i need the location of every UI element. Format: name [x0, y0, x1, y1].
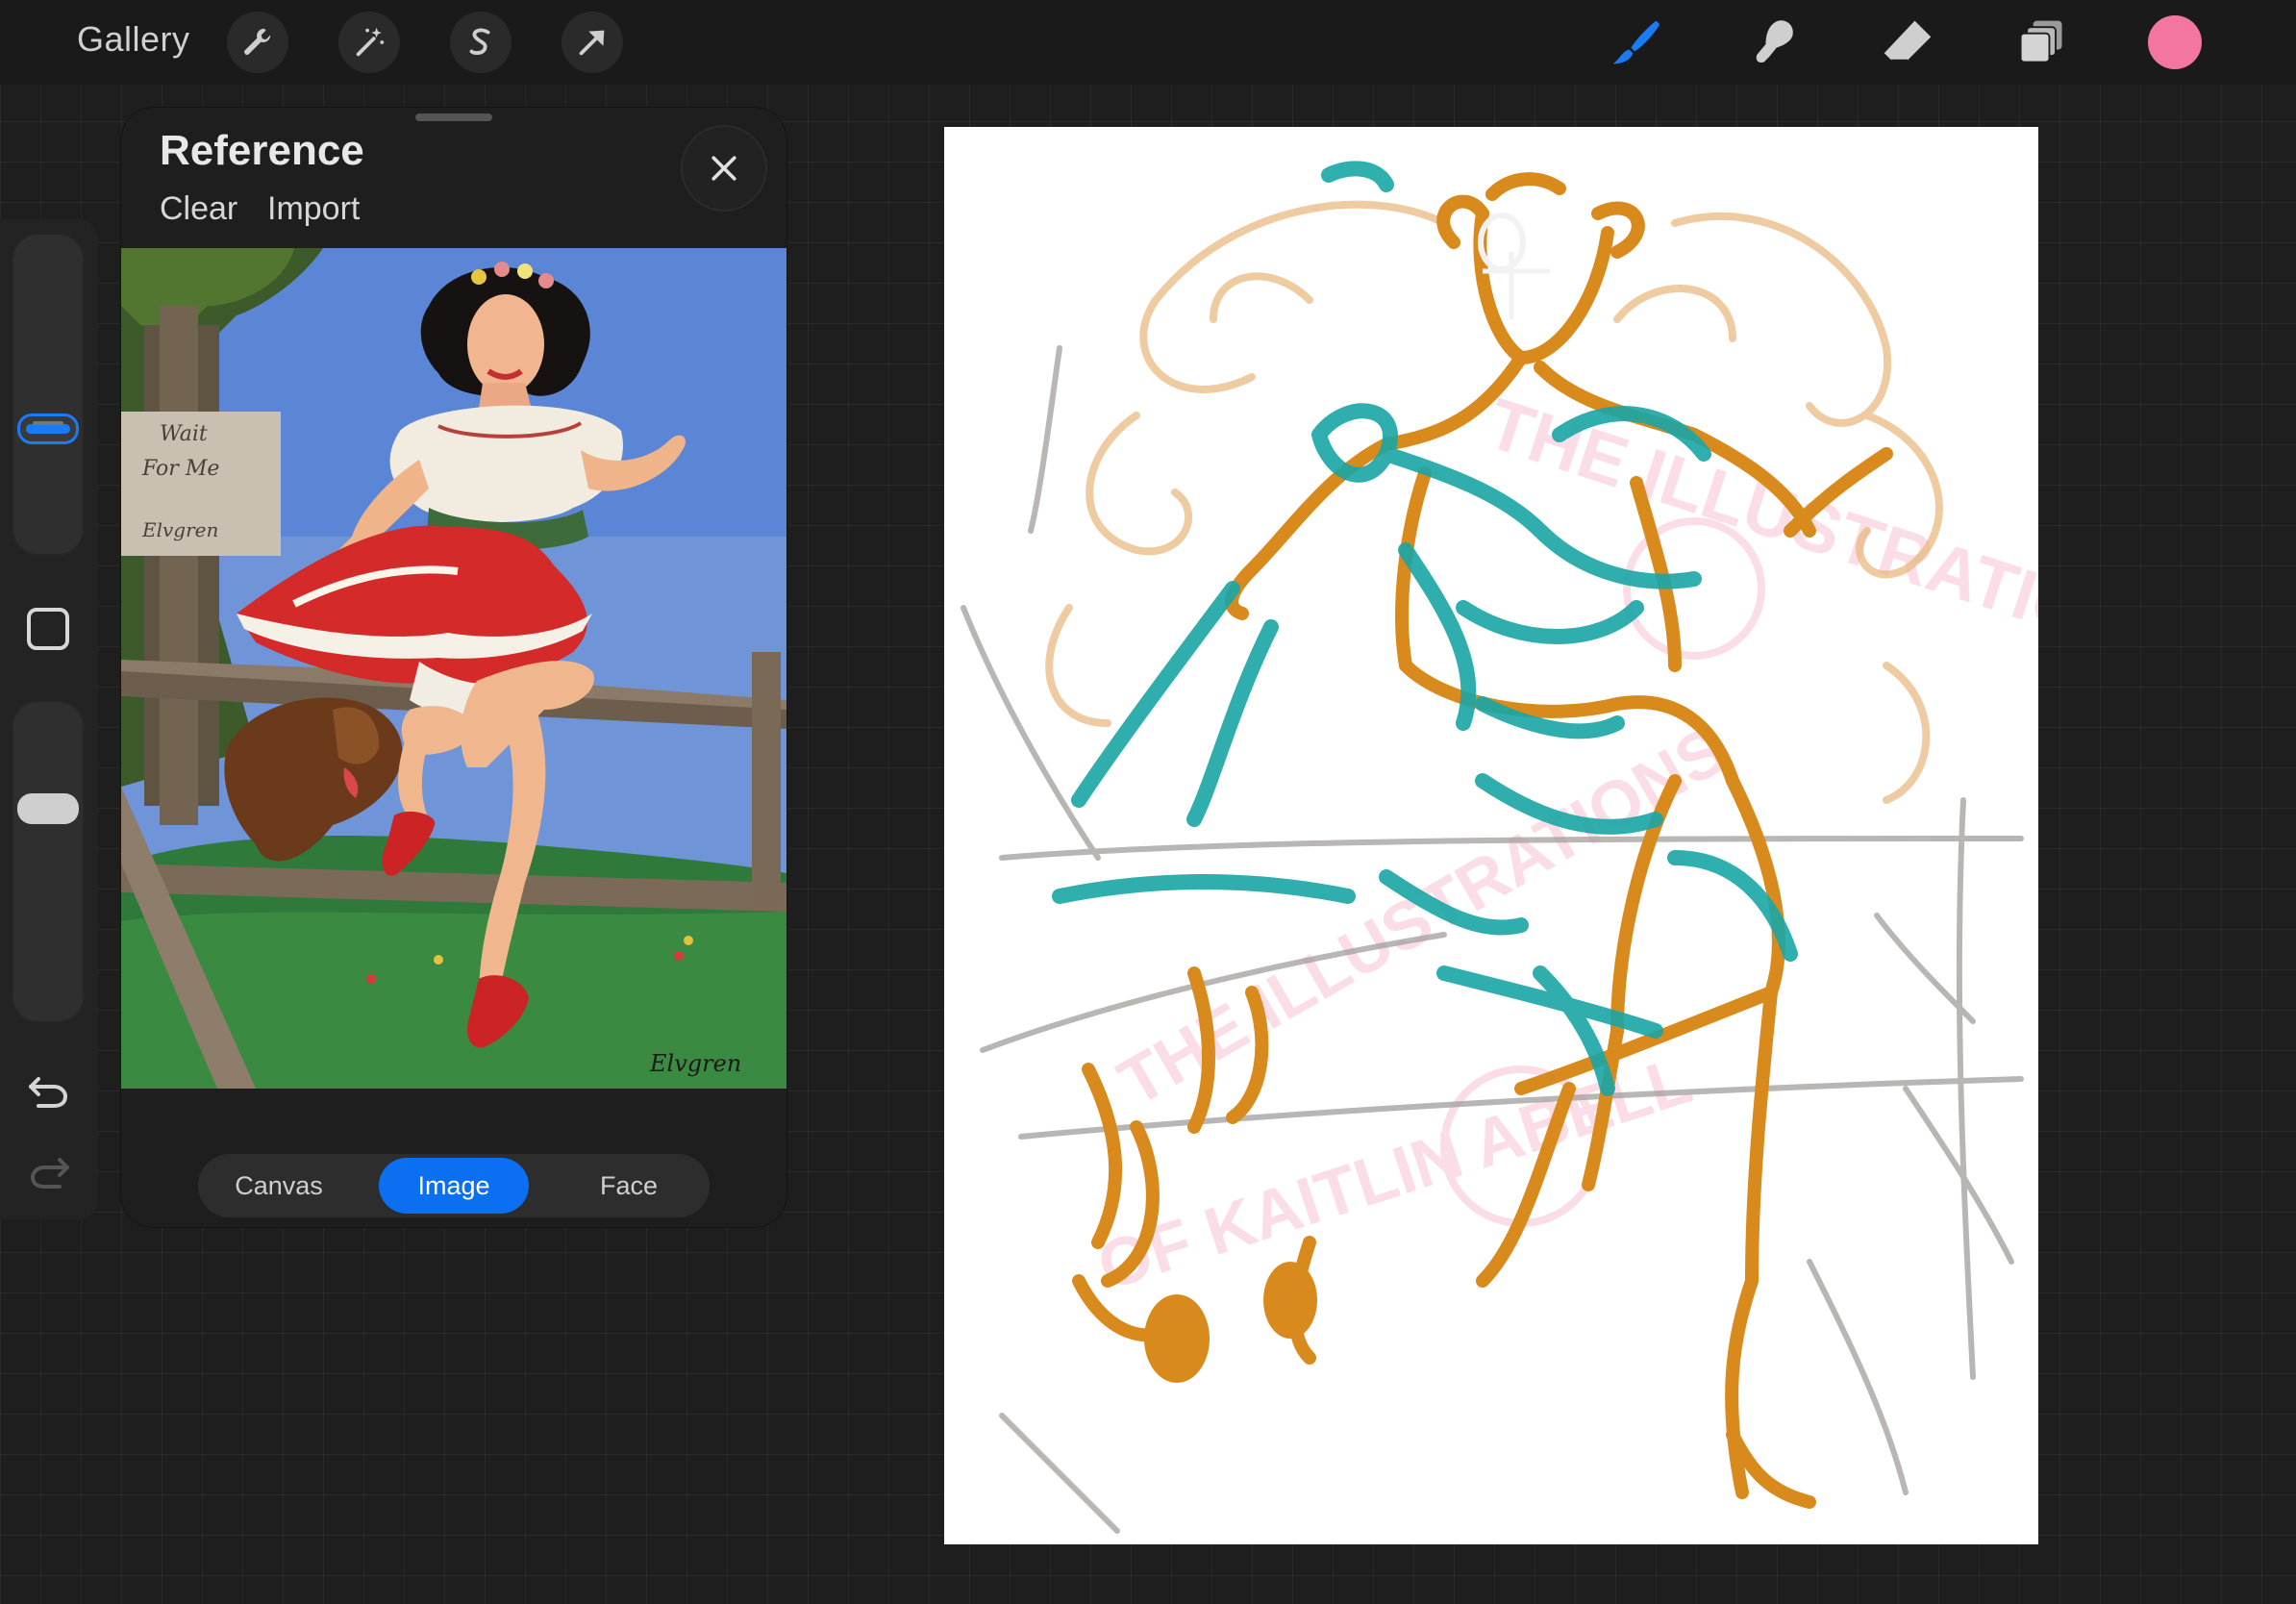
sign-line-3: Elvgren: [141, 518, 218, 541]
top-toolbar: Gallery: [0, 0, 2296, 85]
modify-button[interactable]: [27, 608, 69, 650]
adjustments-button[interactable]: [338, 12, 400, 73]
selection-button[interactable]: [450, 12, 512, 73]
left-sidebar: [0, 219, 98, 1219]
tab-canvas[interactable]: Canvas: [204, 1158, 354, 1214]
import-button[interactable]: Import: [267, 190, 360, 228]
transform-button[interactable]: [562, 12, 623, 73]
transform-arrow-icon: [579, 30, 605, 56]
smudge-icon: [1756, 20, 1793, 63]
panel-grabber[interactable]: [415, 113, 492, 121]
sign-line-2: For Me: [141, 457, 219, 481]
reference-title: Reference: [160, 127, 364, 174]
wrench-icon: [244, 28, 271, 55]
redo-icon: [30, 1158, 69, 1189]
color-picker-button[interactable]: [2148, 15, 2202, 69]
size-marker: [33, 421, 63, 425]
selection-s-icon: [469, 28, 490, 55]
reference-image: Wait For Me Elvgren Elvgren: [121, 248, 786, 1089]
tab-image[interactable]: Image: [379, 1158, 529, 1214]
sign-line-1: Wait: [160, 422, 208, 446]
undo-button[interactable]: [25, 1065, 73, 1114]
close-button[interactable]: [683, 127, 765, 210]
close-icon: [711, 156, 736, 181]
clear-button[interactable]: Clear: [160, 190, 237, 228]
undo-icon: [29, 1077, 68, 1108]
reference-panel: Reference Clear Import Wait For Me Elvgr…: [121, 108, 786, 1227]
layers-icon: [2019, 20, 2062, 63]
brush-tool-button[interactable]: [1608, 13, 1665, 71]
face-highlight: [1478, 213, 1526, 272]
actions-button[interactable]: [227, 12, 288, 73]
reference-mode-segmented-control: Canvas Image Face: [198, 1154, 710, 1217]
opacity-slider[interactable]: [12, 700, 85, 1023]
eraser-icon: [1884, 20, 1932, 62]
gallery-button[interactable]: Gallery: [77, 19, 190, 60]
smudge-tool-button[interactable]: [1744, 13, 1802, 71]
image-signature: Elvgren: [649, 1050, 741, 1077]
redo-button[interactable]: [25, 1146, 73, 1194]
tab-face[interactable]: Face: [554, 1158, 704, 1214]
eraser-tool-button[interactable]: [1879, 13, 1936, 71]
brush-icon: [1612, 20, 1660, 64]
opacity-thumb[interactable]: [17, 793, 79, 824]
magic-wand-icon: [356, 27, 385, 57]
brush-size-slider[interactable]: [12, 233, 85, 556]
brush-size-thumb[interactable]: [17, 414, 79, 444]
drawing-canvas[interactable]: THE ILLUSTRATIONS THE ILLUSTRATIONS OF K…: [944, 127, 2038, 1544]
paw-mark-2: [1263, 1262, 1317, 1339]
layers-button[interactable]: [2013, 13, 2071, 71]
paw-mark: [1144, 1294, 1210, 1383]
